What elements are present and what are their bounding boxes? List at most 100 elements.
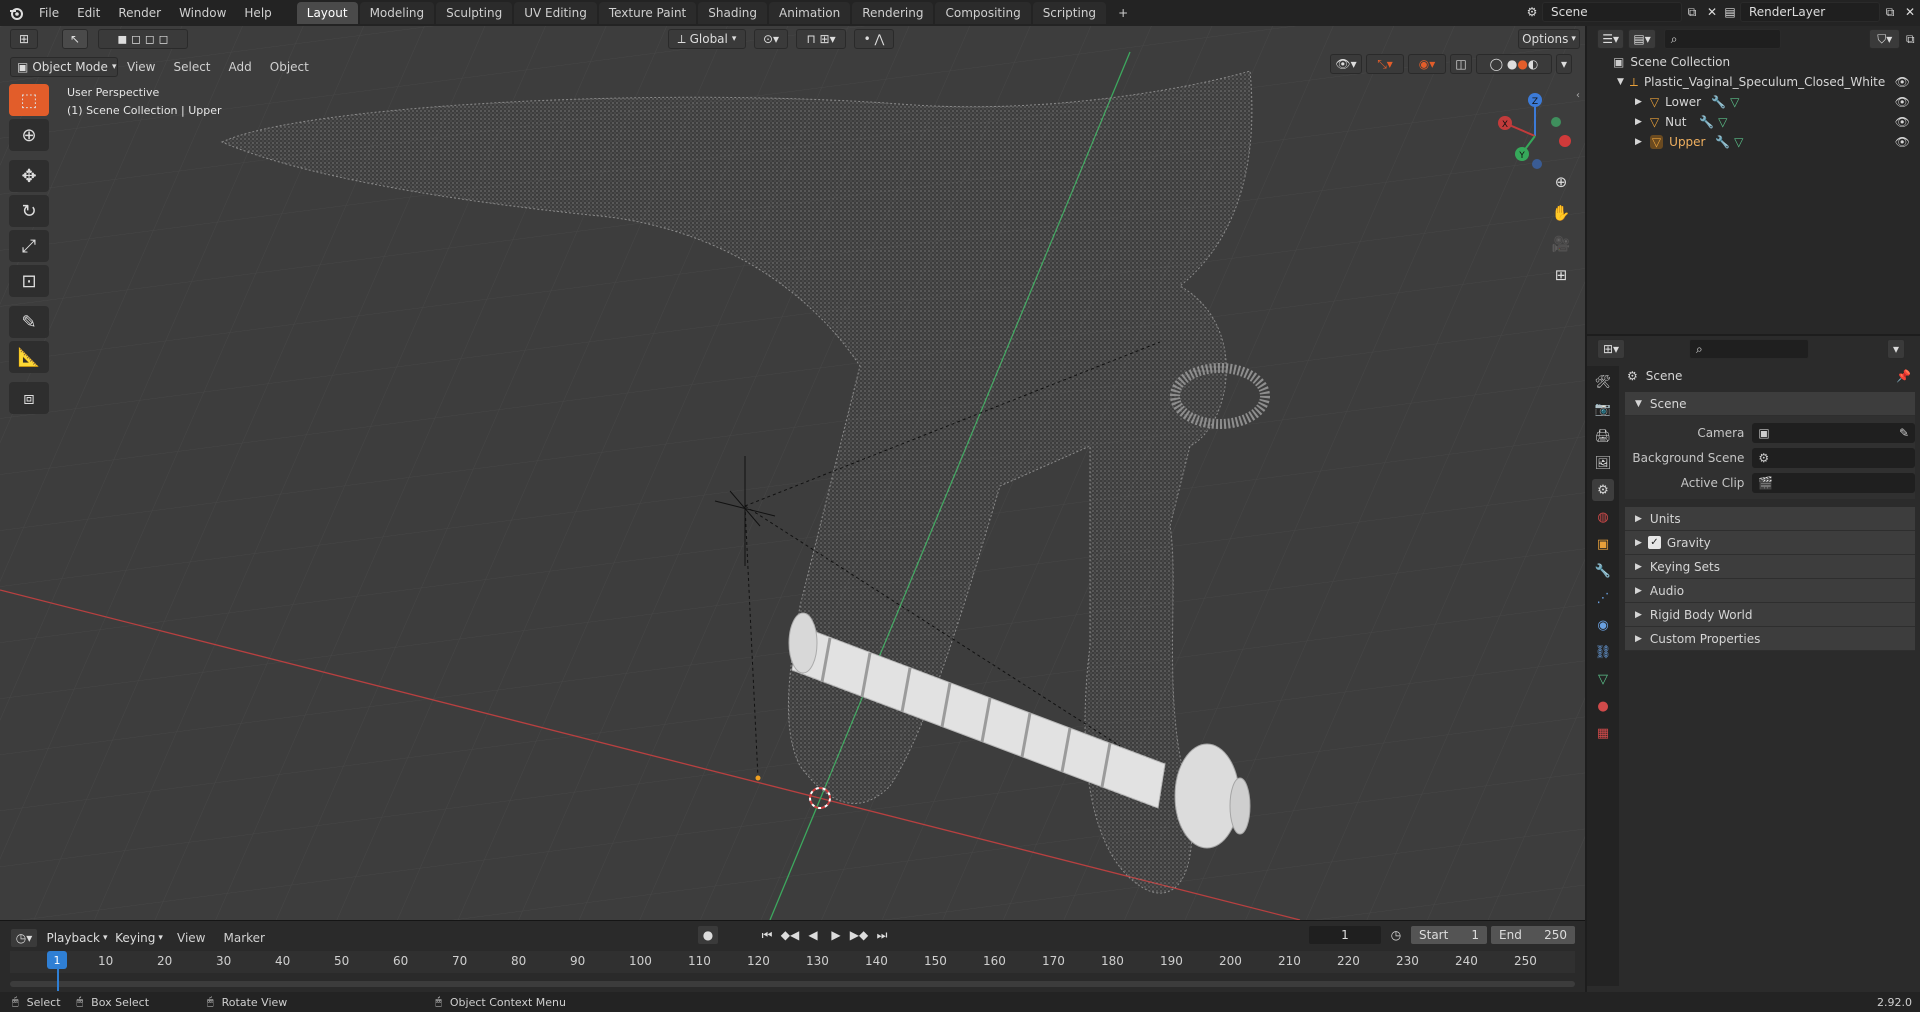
- menu-render[interactable]: Render: [109, 0, 170, 26]
- scene-selector[interactable]: ⚙ Scene ⧉ ✕: [1522, 2, 1722, 22]
- shading-mode-buttons[interactable]: ◯ ● ● ◐: [1476, 54, 1552, 74]
- menu-file[interactable]: File: [30, 0, 68, 26]
- editor-type-selector[interactable]: ⊞ ↖ ◼ ◻ ◻ ◻: [10, 29, 188, 49]
- start-frame-field[interactable]: Start 1: [1410, 925, 1488, 945]
- view-layer-field[interactable]: RenderLayer: [1740, 2, 1880, 22]
- select-menu[interactable]: Select: [164, 54, 219, 80]
- object-tab-icon[interactable]: ▣: [1592, 533, 1614, 555]
- camera-field[interactable]: ▣ ✎: [1752, 422, 1915, 443]
- playback-menu[interactable]: Playback ▾: [44, 928, 110, 948]
- object-menu[interactable]: Object: [261, 54, 318, 80]
- gravity-checkbox[interactable]: ✓: [1647, 536, 1661, 549]
- visibility-icon[interactable]: 👁▾: [1330, 54, 1362, 74]
- eye-icon[interactable]: 👁: [1895, 95, 1910, 109]
- expand-arrow-icon[interactable]: ▶: [1635, 97, 1642, 107]
- outliner-row-scene-collection[interactable]: ▣ Scene Collection: [1587, 52, 1920, 72]
- tab-modeling[interactable]: Modeling: [359, 2, 435, 24]
- mode-dropdown[interactable]: ▣ Object Mode ▾: [10, 57, 118, 77]
- add-menu[interactable]: Add: [220, 54, 261, 80]
- transform-orientation-dropdown[interactable]: ⟂ Global ▾: [668, 29, 746, 49]
- delete-layer-icon[interactable]: ✕: [1900, 2, 1920, 22]
- world-tab-icon[interactable]: ◍: [1592, 506, 1614, 528]
- jump-start-icon[interactable]: ⏮: [757, 925, 777, 945]
- selection-mode-buttons[interactable]: ◼ ◻ ◻ ◻: [98, 29, 188, 49]
- tool-tab-icon[interactable]: 🛠: [1592, 371, 1614, 393]
- new-layer-icon[interactable]: ⧉: [1880, 2, 1900, 22]
- scene-tab-icon[interactable]: ⚙: [1592, 479, 1614, 501]
- scene-name-field[interactable]: Scene: [1542, 2, 1682, 22]
- keying-sets-panel-header[interactable]: ▶ Keying Sets: [1625, 555, 1915, 579]
- eye-icon[interactable]: 👁: [1895, 115, 1910, 129]
- delete-scene-icon[interactable]: ✕: [1702, 2, 1722, 22]
- tab-scripting[interactable]: Scripting: [1032, 2, 1107, 24]
- prev-keyframe-icon[interactable]: ◆◀: [780, 925, 800, 945]
- outliner-search-input[interactable]: ⌕: [1663, 29, 1782, 49]
- tab-uv-editing[interactable]: UV Editing: [514, 2, 597, 24]
- active-clip-field[interactable]: 🎬: [1752, 472, 1915, 493]
- pan-hand-icon[interactable]: ✋: [1547, 199, 1575, 227]
- chevron-down-icon[interactable]: ▾: [1556, 54, 1572, 74]
- timeline-editor-icon[interactable]: ◷▾: [10, 928, 38, 948]
- scene-panel-header[interactable]: ▼ Scene: [1625, 392, 1915, 416]
- record-icon[interactable]: ●: [697, 925, 719, 945]
- scale-tool-icon[interactable]: ⤢: [9, 230, 49, 262]
- editor-type-icon[interactable]: ⊞: [10, 29, 38, 49]
- menu-help[interactable]: Help: [235, 0, 280, 26]
- pin-icon[interactable]: 📌: [1896, 369, 1911, 383]
- snap-icon[interactable]: ⊓ ⊞▾: [796, 29, 846, 49]
- display-mode-icon[interactable]: ▤▾: [1628, 29, 1656, 49]
- tab-animation[interactable]: Animation: [769, 2, 851, 24]
- select-tool-icon[interactable]: ↖: [62, 29, 88, 49]
- move-tool-icon[interactable]: ✥: [9, 160, 49, 192]
- end-frame-field[interactable]: End 250: [1490, 925, 1576, 945]
- view-layer-tab-icon[interactable]: 🖼: [1592, 452, 1614, 474]
- outliner-row-object[interactable]: ▼ ⟂ Plastic_Vaginal_Speculum_Closed_Whit…: [1587, 72, 1920, 92]
- gravity-panel-header[interactable]: ▶ ✓ Gravity: [1625, 531, 1915, 555]
- new-collection-icon[interactable]: ⧉: [1900, 29, 1920, 49]
- neg-z-axis-icon[interactable]: [1532, 159, 1542, 169]
- expand-arrow-icon[interactable]: ▼: [1617, 77, 1624, 87]
- cursor-tool-icon[interactable]: ⊕: [9, 119, 49, 151]
- zoom-icon[interactable]: ⊕: [1547, 168, 1575, 196]
- eye-icon[interactable]: 👁: [1895, 135, 1910, 149]
- xray-toggle-icon[interactable]: ◫: [1450, 54, 1472, 74]
- outliner-row-nut[interactable]: ▶ ▽ Nut 🔧 ▽ 👁: [1587, 112, 1920, 132]
- menu-window[interactable]: Window: [170, 0, 235, 26]
- camera-view-icon[interactable]: 🎥: [1547, 230, 1575, 258]
- playhead[interactable]: 1: [47, 951, 67, 969]
- preview-range-icon[interactable]: ◷: [1386, 925, 1406, 945]
- particles-tab-icon[interactable]: ⋰: [1592, 587, 1614, 609]
- jump-end-icon[interactable]: ⏭: [872, 925, 892, 945]
- view-layer-selector[interactable]: ▤ RenderLayer ⧉ ✕: [1720, 2, 1920, 22]
- play-icon[interactable]: ▶: [826, 925, 846, 945]
- properties-editor-icon[interactable]: ⊞▾: [1597, 339, 1625, 359]
- view-menu[interactable]: View: [118, 54, 164, 80]
- menu-edit[interactable]: Edit: [68, 0, 109, 26]
- add-cube-tool-icon[interactable]: ⧈: [9, 382, 49, 414]
- blender-logo-icon[interactable]: [6, 3, 26, 23]
- expand-arrow-icon[interactable]: ▶: [1635, 137, 1642, 147]
- current-frame-field[interactable]: 1: [1308, 925, 1382, 945]
- expand-arrow-icon[interactable]: ▶: [1635, 117, 1642, 127]
- sidebar-toggle-icon[interactable]: ‹: [1576, 90, 1580, 101]
- physics-tab-icon[interactable]: ◉: [1592, 614, 1614, 636]
- neg-x-axis-icon[interactable]: [1559, 135, 1571, 147]
- overlay-toggle-icon[interactable]: ◉▾: [1408, 54, 1446, 74]
- custom-props-panel-header[interactable]: ▶ Custom Properties: [1625, 627, 1915, 651]
- transform-tool-icon[interactable]: ⊡: [9, 265, 49, 297]
- tab-rendering[interactable]: Rendering: [852, 2, 934, 24]
- next-keyframe-icon[interactable]: ▶◆: [849, 925, 869, 945]
- play-reverse-icon[interactable]: ◀: [803, 925, 823, 945]
- new-scene-icon[interactable]: ⧉: [1682, 2, 1702, 22]
- eyedropper-icon[interactable]: ✎: [1899, 426, 1909, 440]
- render-tab-icon[interactable]: 📷: [1592, 398, 1614, 420]
- auto-key-options-icon[interactable]: [722, 925, 744, 945]
- gizmo-toggle-icon[interactable]: ⤡▾: [1366, 54, 1404, 74]
- outliner-row-lower[interactable]: ▶ ▽ Lower 🔧 ▽ 👁: [1587, 92, 1920, 112]
- tab-texture-paint[interactable]: Texture Paint: [598, 2, 697, 24]
- marker-menu[interactable]: Marker: [214, 925, 273, 951]
- eye-icon[interactable]: 👁: [1895, 75, 1910, 89]
- properties-search-input[interactable]: ⌕: [1689, 339, 1809, 359]
- data-tab-icon[interactable]: ▽: [1592, 668, 1614, 690]
- texture-tab-icon[interactable]: ▦: [1592, 722, 1614, 744]
